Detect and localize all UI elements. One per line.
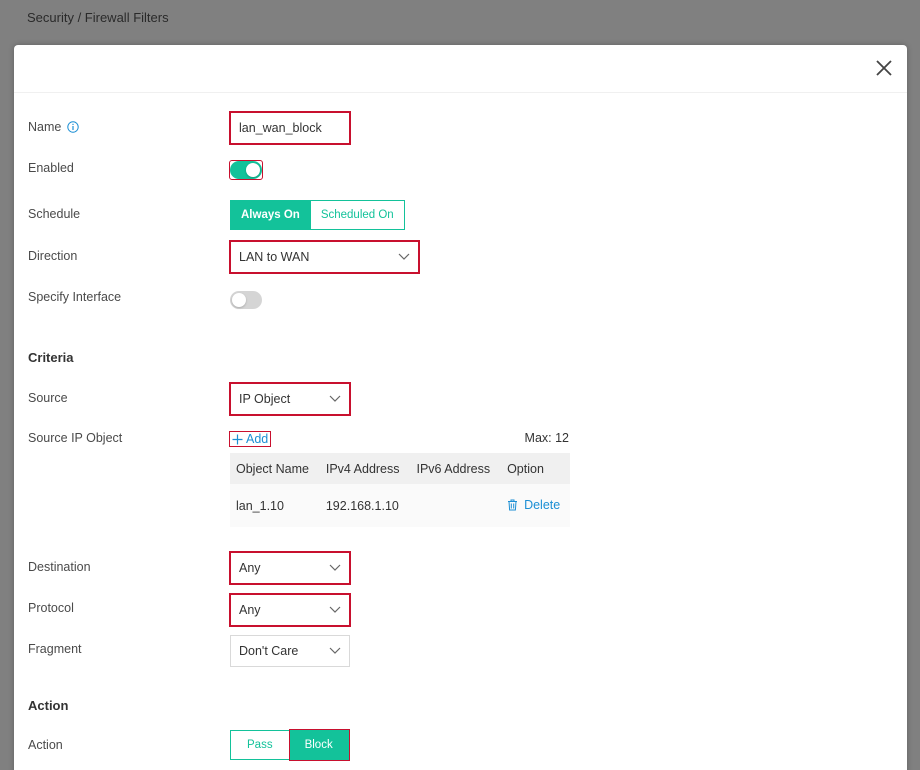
destination-select[interactable]: Any [229, 551, 351, 585]
schedule-label: Schedule [28, 207, 81, 221]
chevron-down-icon [329, 647, 341, 654]
delete-button[interactable]: Delete [507, 498, 560, 512]
close-icon[interactable] [875, 59, 893, 77]
table-row: lan_1.10 192.168.1.10 Delete [230, 484, 570, 527]
source-ip-object-label: Source IP Object [28, 431, 123, 445]
specify-interface-label: Specify Interface [28, 290, 122, 304]
specify-interface-toggle[interactable] [230, 291, 262, 309]
specify-interface-toggle-wrap[interactable] [230, 291, 262, 309]
action-segment: Pass Block [230, 729, 350, 761]
col-object-name: Object Name [230, 453, 320, 484]
destination-label: Destination [28, 560, 91, 574]
fragment-value: Don't Care [239, 644, 299, 658]
protocol-label: Protocol [28, 601, 74, 615]
max-count: Max: 12 [524, 431, 569, 445]
protocol-value: Any [239, 603, 261, 617]
direction-select[interactable]: LAN to WAN [229, 240, 420, 274]
chevron-down-icon [329, 606, 341, 613]
cell-ipv6-address [410, 484, 502, 527]
firewall-filter-dialog: Name lan_wan_block Enabled Schedule Alwa… [14, 45, 907, 770]
chevron-down-icon [329, 395, 341, 402]
table-header-row: Object Name IPv4 Address IPv6 Address Op… [230, 453, 570, 484]
chevron-down-icon [329, 564, 341, 571]
fragment-select[interactable]: Don't Care [230, 635, 350, 667]
col-ipv6-address: IPv6 Address [410, 453, 502, 484]
enabled-toggle-wrap[interactable] [229, 160, 263, 180]
col-ipv4-address: IPv4 Address [319, 453, 411, 484]
trash-icon [508, 499, 518, 510]
info-icon[interactable] [67, 121, 80, 133]
destination-value: Any [239, 561, 261, 575]
schedule-always-on[interactable]: Always On [230, 200, 311, 230]
action-block[interactable]: Block [288, 729, 350, 761]
direction-value: LAN to WAN [239, 250, 310, 264]
action-label: Action [28, 738, 63, 752]
source-ip-object-table: Object Name IPv4 Address IPv6 Address Op… [230, 453, 570, 527]
add-source-ip-object-button[interactable]: Add [228, 431, 272, 447]
schedule-scheduled-on[interactable]: Scheduled On [310, 200, 405, 230]
source-select[interactable]: IP Object [229, 382, 351, 416]
plus-icon [232, 434, 243, 444]
enabled-label: Enabled [28, 161, 74, 175]
toggle-knob [246, 163, 260, 177]
source-value: IP Object [239, 392, 291, 406]
schedule-segment: Always On Scheduled On [230, 200, 405, 230]
action-pass[interactable]: Pass [230, 730, 290, 760]
fragment-label: Fragment [28, 642, 82, 656]
direction-label: Direction [28, 249, 78, 263]
action-title: Action [28, 698, 69, 713]
criteria-title: Criteria [28, 350, 74, 365]
chevron-down-icon [398, 253, 410, 260]
source-label: Source [28, 391, 68, 405]
cell-object-name: lan_1.10 [230, 484, 320, 527]
col-option: Option [501, 453, 570, 484]
breadcrumb: Security / Firewall Filters [27, 10, 169, 25]
name-label: Name [28, 120, 80, 134]
dialog-header [14, 45, 907, 93]
enabled-toggle[interactable] [230, 161, 262, 179]
name-input[interactable]: lan_wan_block [229, 111, 351, 145]
toggle-knob [232, 293, 246, 307]
protocol-select[interactable]: Any [229, 593, 351, 627]
name-input-value: lan_wan_block [239, 121, 322, 135]
cell-ipv4-address: 192.168.1.10 [319, 484, 411, 527]
cell-option: Delete [501, 484, 570, 527]
